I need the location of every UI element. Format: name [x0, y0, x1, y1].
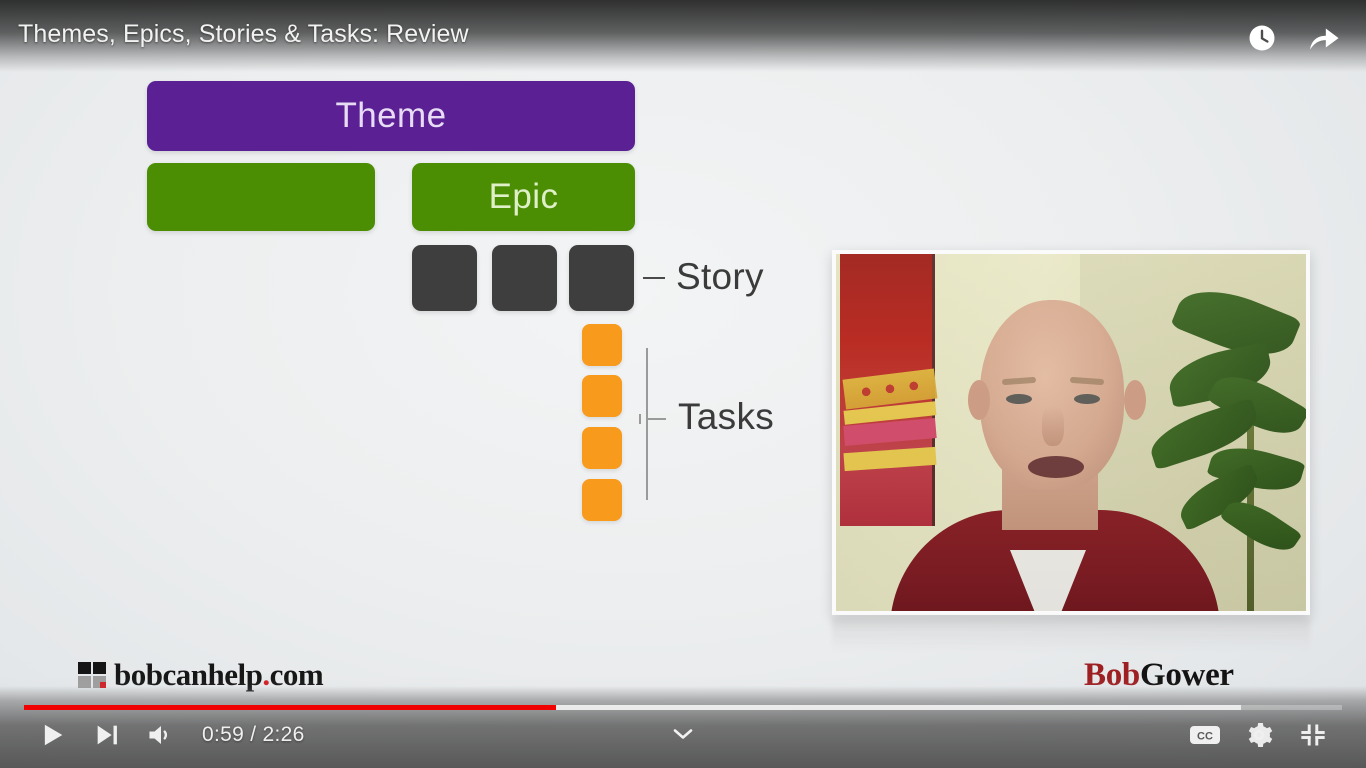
presenter-eye	[1074, 394, 1100, 404]
diagram-epic-bar-right: Epic	[412, 163, 635, 231]
diagram-story-box	[569, 245, 634, 311]
player-controls-right: CC	[1178, 710, 1340, 760]
diagram-theme-bar: Theme	[147, 81, 635, 151]
player-controls-left: 0:59 / 2:26	[26, 710, 305, 760]
volume-icon	[149, 726, 168, 744]
cc-icon: CC	[1190, 726, 1220, 744]
presenter-inset	[832, 250, 1310, 615]
play-icon	[44, 724, 63, 746]
show-more-button[interactable]	[660, 720, 706, 748]
presenter-scene	[836, 254, 1306, 611]
story-connector-line	[643, 277, 665, 279]
painting-band	[843, 446, 937, 472]
captions-button[interactable]: CC	[1178, 710, 1232, 760]
diagram-epic-bar-left	[147, 163, 375, 231]
exit-fullscreen-button[interactable]	[1286, 710, 1340, 760]
diagram-task-box	[582, 427, 622, 469]
volume-button[interactable]	[134, 710, 188, 760]
tasks-label: Tasks	[678, 396, 775, 437]
watch-later-icon	[1249, 25, 1275, 51]
share-icon	[1310, 28, 1339, 50]
diagram-task-box	[582, 375, 622, 417]
story-label: Story	[676, 256, 764, 297]
diagram-story-box	[492, 245, 557, 311]
presenter-eye	[1006, 394, 1032, 404]
diagram-story-box	[412, 245, 477, 311]
presenter-hair	[978, 294, 1126, 372]
tasks-bracket-line	[646, 348, 648, 500]
watch-later-button[interactable]	[1242, 18, 1282, 58]
diagram-task-box	[582, 479, 622, 521]
diagram-task-box	[582, 324, 622, 366]
exit-fullscreen-icon	[1301, 724, 1325, 746]
play-button[interactable]	[26, 710, 80, 760]
chevron-down-icon	[673, 729, 693, 739]
share-button[interactable]	[1304, 18, 1344, 58]
time-display: 0:59 / 2:26	[202, 723, 305, 746]
wall-painting	[840, 254, 938, 526]
video-frame: Theme Epic Story Tasks bobcanhelp.com Bo…	[0, 0, 1366, 768]
next-icon	[97, 725, 117, 745]
svg-text:CC: CC	[1197, 730, 1213, 742]
gear-icon	[1248, 723, 1273, 747]
theme-label: Theme	[335, 96, 447, 135]
inset-reflection	[832, 617, 1310, 651]
presenter-nose	[1042, 406, 1064, 446]
tasks-connector-line	[646, 418, 666, 420]
settings-button[interactable]	[1232, 710, 1286, 760]
next-video-button[interactable]	[80, 710, 134, 760]
grid-logo-icon	[78, 662, 106, 688]
tasks-bracket-tick	[639, 414, 641, 424]
presenter-ear	[1124, 380, 1146, 420]
presenter-ear	[968, 380, 990, 420]
video-player: Theme Epic Story Tasks bobcanhelp.com Bo…	[0, 0, 1366, 768]
video-title: Themes, Epics, Stories & Tasks: Review	[18, 20, 469, 48]
top-action-bar	[1242, 18, 1344, 58]
presenter-mouth	[1028, 456, 1084, 478]
epic-right-label: Epic	[488, 177, 559, 216]
